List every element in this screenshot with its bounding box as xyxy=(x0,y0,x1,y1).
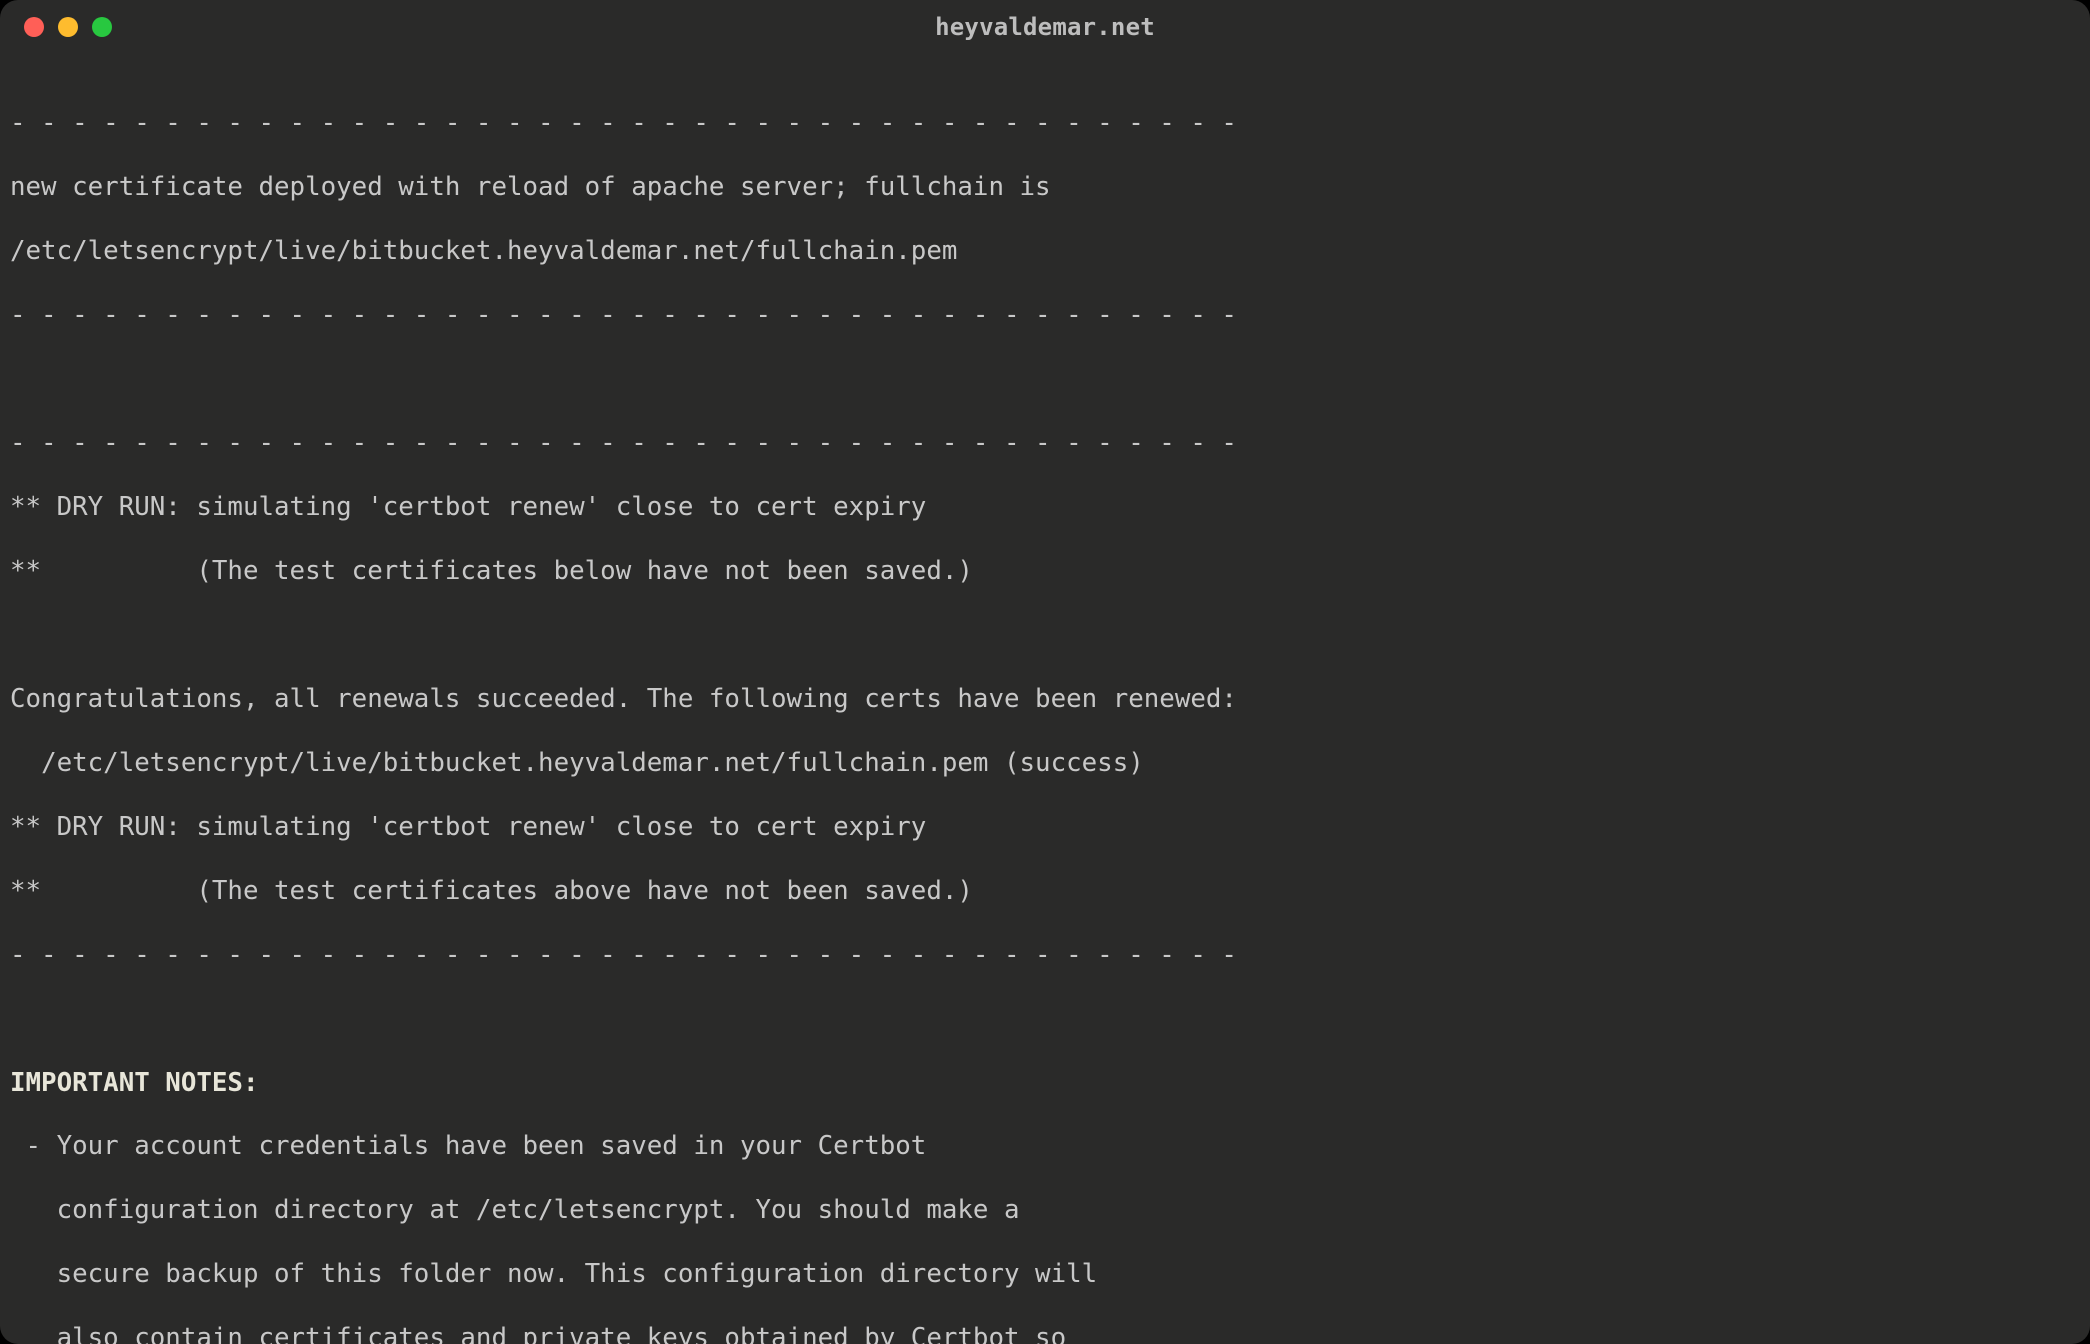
output-line: Congratulations, all renewals succeeded.… xyxy=(10,684,2080,716)
output-line: new certificate deployed with reload of … xyxy=(10,172,2080,204)
output-line: /etc/letsencrypt/live/bitbucket.heyvalde… xyxy=(10,748,2080,780)
maximize-icon[interactable] xyxy=(92,17,112,37)
output-line: - - - - - - - - - - - - - - - - - - - - … xyxy=(10,108,2080,140)
output-line: /etc/letsencrypt/live/bitbucket.heyvalde… xyxy=(10,236,2080,268)
output-line: - - - - - - - - - - - - - - - - - - - - … xyxy=(10,940,2080,972)
output-line: - - - - - - - - - - - - - - - - - - - - … xyxy=(10,428,2080,460)
output-line: also contain certificates and private ke… xyxy=(10,1323,2080,1344)
output-line: ** DRY RUN: simulating 'certbot renew' c… xyxy=(10,812,2080,844)
minimize-icon[interactable] xyxy=(58,17,78,37)
output-line xyxy=(10,620,2080,652)
important-notes-heading: IMPORTANT NOTES: xyxy=(10,1068,2080,1100)
output-line xyxy=(10,1004,2080,1036)
output-line: - - - - - - - - - - - - - - - - - - - - … xyxy=(10,300,2080,332)
window-controls xyxy=(0,17,112,37)
output-line: ** (The test certificates below have not… xyxy=(10,556,2080,588)
output-line: - Your account credentials have been sav… xyxy=(10,1131,2080,1163)
close-icon[interactable] xyxy=(24,17,44,37)
output-line: secure backup of this folder now. This c… xyxy=(10,1259,2080,1291)
output-line xyxy=(10,364,2080,396)
terminal-output[interactable]: - - - - - - - - - - - - - - - - - - - - … xyxy=(0,54,2090,1344)
window-title: heyvaldemar.net xyxy=(0,13,2090,41)
terminal-window: heyvaldemar.net - - - - - - - - - - - - … xyxy=(0,0,2090,1344)
output-line: ** (The test certificates above have not… xyxy=(10,876,2080,908)
output-line: ** DRY RUN: simulating 'certbot renew' c… xyxy=(10,492,2080,524)
titlebar: heyvaldemar.net xyxy=(0,0,2090,54)
output-line: configuration directory at /etc/letsencr… xyxy=(10,1195,2080,1227)
